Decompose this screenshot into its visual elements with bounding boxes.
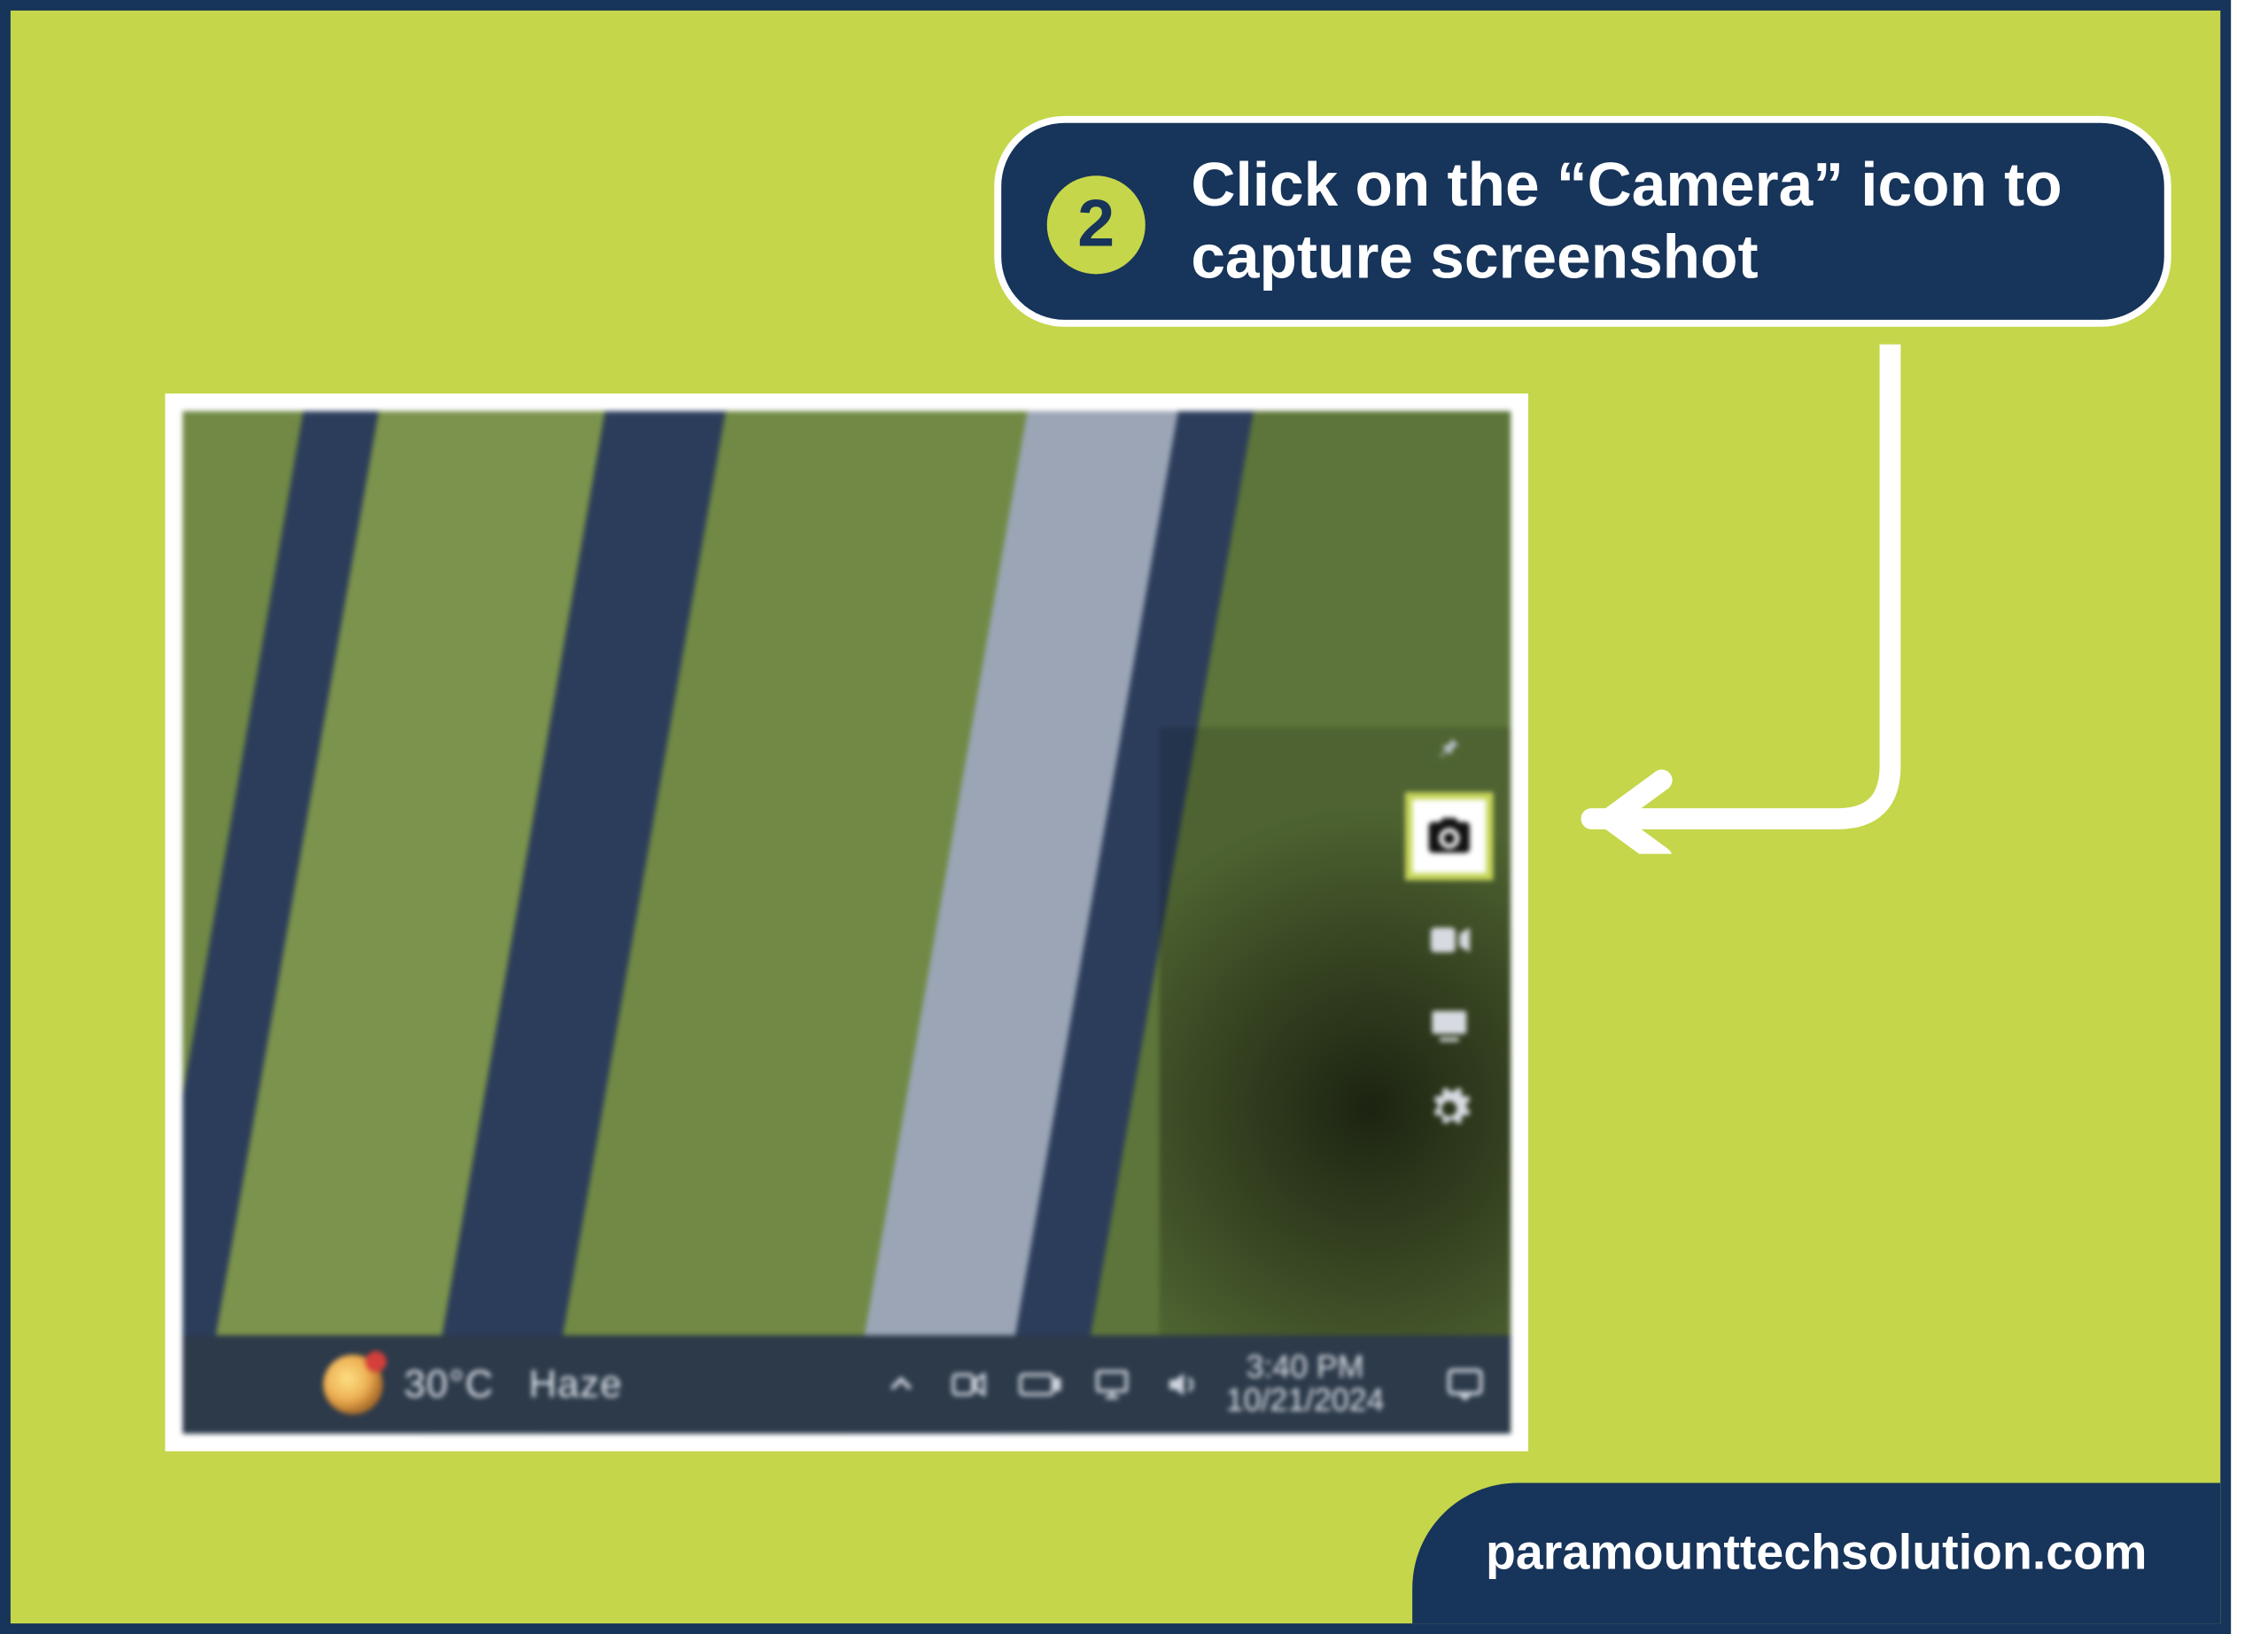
network-button[interactable] — [1092, 1366, 1131, 1404]
camera-icon — [1425, 812, 1474, 861]
windows-taskbar: 30°C Haze — [183, 1335, 1511, 1434]
action-center-button[interactable] — [1444, 1364, 1487, 1406]
weather-temperature: 30°C — [404, 1362, 493, 1406]
volume-icon — [1162, 1366, 1201, 1404]
tutorial-card: 2 Click on the “Camera” icon to capture … — [0, 0, 2231, 1634]
brand-footer: paramounttechsolution.com — [1412, 1482, 2220, 1623]
embedded-screenshot: 30°C Haze — [165, 393, 1528, 1451]
clock-time: 3:40 PM — [1247, 1351, 1364, 1384]
weather-icon — [323, 1355, 383, 1414]
video-icon — [1425, 915, 1474, 965]
pin-icon[interactable] — [1435, 736, 1464, 772]
broadcast-icon — [1426, 1001, 1472, 1047]
desktop-wallpaper: 30°C Haze — [183, 411, 1511, 1434]
weather-condition: Haze — [529, 1362, 623, 1406]
gamebar-settings-button[interactable] — [1414, 1077, 1484, 1140]
volume-button[interactable] — [1162, 1366, 1201, 1404]
broadcast-button[interactable] — [1414, 992, 1484, 1055]
step-number-badge: 2 — [1047, 175, 1146, 274]
camera-button[interactable] — [1405, 792, 1493, 880]
meet-now-button[interactable] — [949, 1366, 988, 1404]
callout-arrow — [1521, 345, 2048, 854]
taskbar-clock[interactable]: 3:40 PM 10/21/2024 — [1226, 1351, 1385, 1418]
weather-widget[interactable]: 30°C Haze — [323, 1355, 623, 1414]
tray-overflow-chevron[interactable] — [885, 1369, 917, 1401]
battery-icon — [1019, 1369, 1061, 1401]
step-callout: 2 Click on the “Camera” icon to capture … — [994, 116, 2171, 327]
battery-button[interactable] — [1019, 1369, 1061, 1401]
meet-now-icon — [949, 1366, 988, 1404]
system-tray — [885, 1366, 1201, 1404]
brand-url: paramounttechsolution.com — [1486, 1525, 2147, 1581]
clock-date: 10/21/2024 — [1226, 1384, 1385, 1417]
step-instruction-text: Click on the “Camera” icon to capture sc… — [1191, 149, 2108, 294]
gear-icon — [1426, 1085, 1472, 1132]
chevron-up-icon — [885, 1369, 917, 1401]
record-video-button[interactable] — [1414, 908, 1484, 971]
action-center-icon — [1444, 1364, 1487, 1406]
gamebar-widget — [1409, 736, 1489, 1140]
network-icon — [1092, 1366, 1131, 1404]
